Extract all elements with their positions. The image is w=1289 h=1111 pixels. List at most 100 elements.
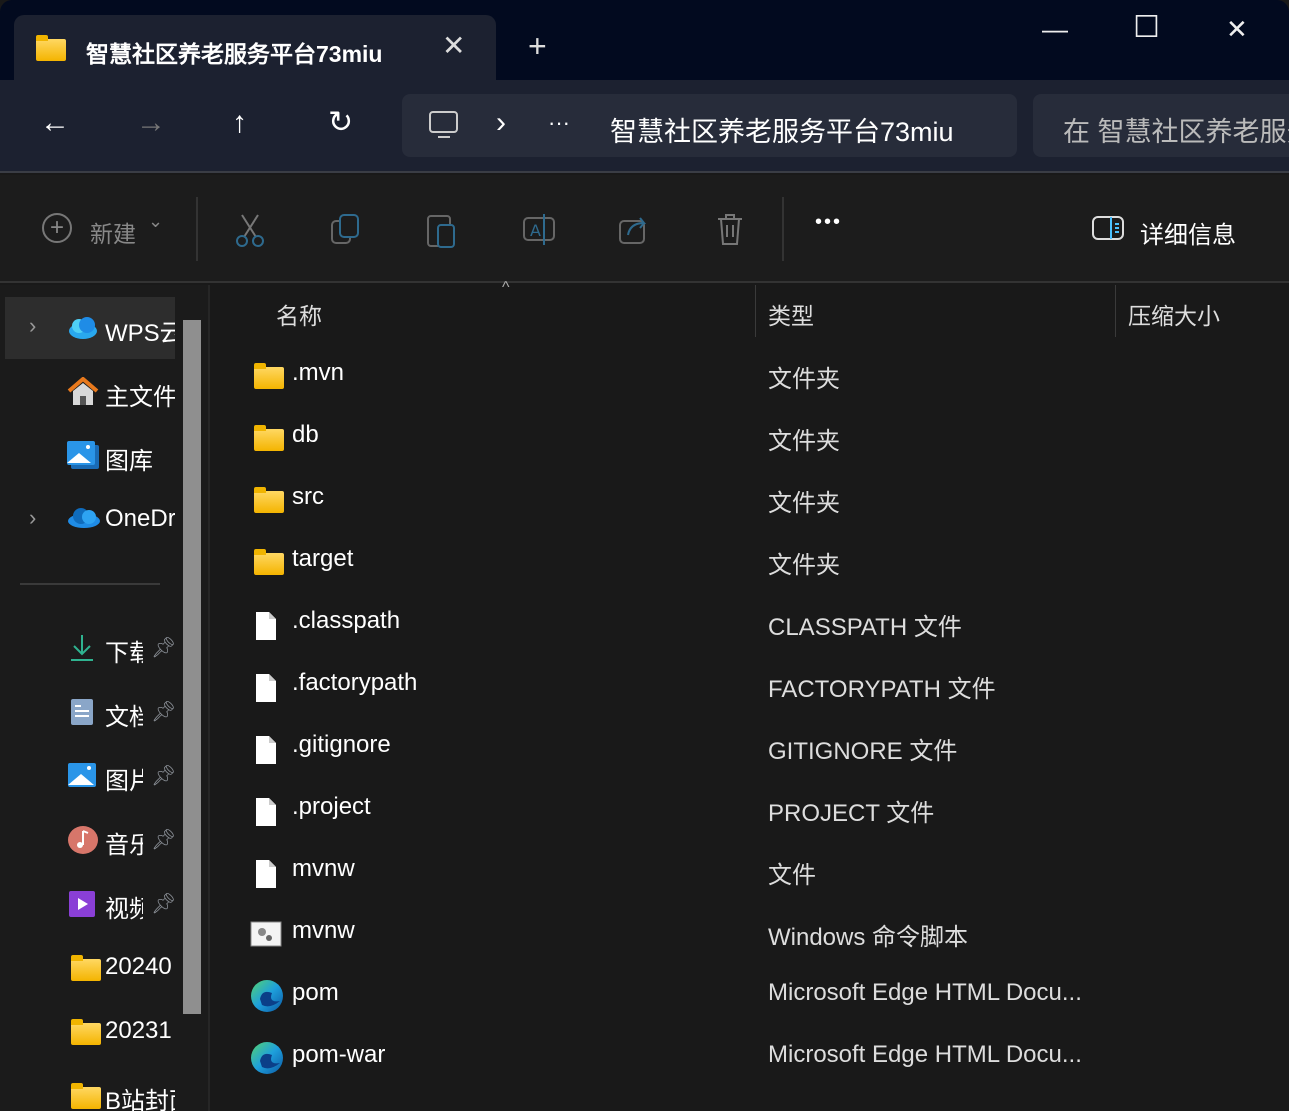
file-name: .mvn bbox=[292, 359, 345, 386]
details-button[interactable]: 详细信息 bbox=[1140, 215, 1236, 250]
title-bar: 智慧社区养老服务平台73miu ✕ + — ☐ ✕ bbox=[0, 0, 1289, 80]
column-header-type[interactable]: 类型 bbox=[768, 297, 814, 331]
onedrive-icon bbox=[67, 505, 100, 535]
file-row[interactable]: .project PROJECT 文件 bbox=[212, 779, 1282, 841]
new-tab-button[interactable]: + bbox=[528, 30, 547, 62]
file-row[interactable]: .classpath CLASSPATH 文件 bbox=[212, 593, 1282, 655]
gallery-icon bbox=[67, 441, 99, 471]
sidebar-item-gallery[interactable]: 图库 bbox=[5, 425, 175, 487]
column-header-name[interactable]: 名称 bbox=[276, 297, 322, 331]
cut-icon[interactable] bbox=[234, 213, 266, 247]
sidebar-item-music[interactable]: 音乐 📌︎ bbox=[5, 809, 177, 871]
paste-icon[interactable] bbox=[426, 211, 458, 249]
edge-html-icon bbox=[251, 980, 283, 1012]
sidebar-item-download[interactable]: 下载 📌︎ bbox=[5, 617, 176, 679]
rename-icon[interactable]: A bbox=[522, 213, 556, 247]
file-name: .gitignore bbox=[292, 731, 391, 758]
divider bbox=[782, 197, 784, 261]
pin-icon: 📌︎ bbox=[151, 701, 177, 723]
copy-icon[interactable] bbox=[330, 213, 362, 247]
delete-icon[interactable] bbox=[714, 211, 746, 247]
expand-chevron-icon[interactable]: › bbox=[29, 313, 36, 339]
navigation-pane: › WPS云盘主文件夹图库 › OneDrive 下载 📌︎ 文档 📌︎ 图片 📌︎ 音乐 📌︎ 视频 📌… bbox=[0, 285, 210, 1111]
file-name: mvnw bbox=[292, 917, 355, 944]
file-icon bbox=[256, 798, 276, 826]
search-placeholder[interactable]: 在 智慧社区养老服务平台73miu 中搜索 bbox=[1063, 110, 1289, 149]
file-name: src bbox=[292, 483, 324, 510]
file-row[interactable]: .factorypath FACTORYPATH 文件 bbox=[212, 655, 1282, 717]
file-icon bbox=[256, 674, 276, 702]
search-box[interactable]: 在 智慧社区养老服务平台73miu 中搜索 bbox=[1033, 94, 1289, 157]
column-divider[interactable] bbox=[1115, 285, 1116, 337]
breadcrumb-chevron[interactable]: › bbox=[496, 106, 506, 140]
column-divider[interactable] bbox=[755, 285, 756, 337]
expand-chevron-icon[interactable]: › bbox=[29, 505, 36, 531]
sidebar-item-home[interactable]: 主文件夹 bbox=[5, 361, 175, 423]
up-button[interactable]: ↑ bbox=[232, 108, 247, 138]
this-pc-icon bbox=[429, 111, 458, 138]
address-bar[interactable]: › ··· 智慧社区养老服务平台73miu bbox=[402, 94, 1017, 157]
sidebar-item-videos[interactable]: 视频 📌︎ bbox=[5, 873, 176, 935]
command-bar: + 新建 ⌄ A ••• 详细信息 bbox=[0, 175, 1289, 283]
details-pane-icon bbox=[1092, 216, 1124, 240]
file-row[interactable]: mvnw 文件 bbox=[212, 841, 1282, 903]
file-type: 文件 bbox=[768, 862, 816, 889]
pin-icon: 📌︎ bbox=[151, 829, 177, 851]
sidebar-item-onedrive[interactable]: › OneDrive bbox=[5, 489, 175, 551]
new-button[interactable]: 新建 bbox=[90, 215, 136, 249]
column-header-compressed-size[interactable]: 压缩大小 bbox=[1128, 297, 1220, 331]
tab-active[interactable]: 智慧社区养老服务平台73miu ✕ bbox=[14, 15, 496, 80]
file-name: .factorypath bbox=[292, 669, 418, 696]
svg-text:A: A bbox=[530, 221, 541, 240]
sidebar-item-folder[interactable]: B站封面 bbox=[5, 1065, 175, 1111]
sidebar-item-label: 20231 bbox=[105, 1017, 172, 1044]
pictures-icon bbox=[67, 761, 99, 791]
file-row[interactable]: target 文件夹 bbox=[212, 531, 1282, 593]
breadcrumb-overflow-button[interactable]: ··· bbox=[548, 110, 570, 136]
file-type: 文件夹 bbox=[768, 552, 840, 579]
videos-icon bbox=[67, 889, 99, 919]
sidebar-item-label: WPS云盘 bbox=[105, 320, 175, 347]
sidebar-item-label: B站封面 bbox=[105, 1088, 175, 1111]
file-name: target bbox=[292, 545, 354, 572]
file-row[interactable]: pom-war Microsoft Edge HTML Docu... bbox=[212, 1027, 1282, 1089]
plus-circle-icon: + bbox=[42, 213, 72, 243]
back-button[interactable]: ← bbox=[40, 108, 70, 138]
forward-button[interactable]: → bbox=[136, 108, 166, 138]
file-row[interactable]: mvnw Windows 命令脚本 bbox=[212, 903, 1282, 965]
file-name: pom bbox=[292, 979, 339, 1006]
sidebar-divider bbox=[20, 583, 160, 585]
file-type: CLASSPATH 文件 bbox=[768, 614, 962, 641]
music-icon bbox=[67, 825, 99, 855]
zip-folder-icon bbox=[36, 35, 66, 61]
chevron-down-icon[interactable]: ⌄ bbox=[148, 211, 163, 232]
file-row[interactable]: .mvn 文件夹 bbox=[212, 345, 1282, 407]
breadcrumb-current-folder[interactable]: 智慧社区养老服务平台73miu bbox=[610, 110, 962, 149]
close-window-button[interactable]: ✕ bbox=[1226, 14, 1248, 45]
refresh-button[interactable]: ↻ bbox=[328, 108, 353, 138]
sidebar-item-wps-cloud[interactable]: › WPS云盘 bbox=[5, 297, 175, 359]
minimize-button[interactable]: — bbox=[1042, 14, 1068, 45]
close-tab-button[interactable]: ✕ bbox=[442, 29, 465, 62]
file-row[interactable]: pom Microsoft Edge HTML Docu... bbox=[212, 965, 1282, 1027]
file-type: Windows 命令脚本 bbox=[768, 924, 969, 951]
more-options-button[interactable]: ••• bbox=[815, 211, 842, 234]
file-name: db bbox=[292, 421, 319, 448]
sidebar-item-folder[interactable]: 20240 bbox=[5, 937, 175, 999]
navigation-bar: ← → ↑ ↻ › ··· 智慧社区养老服务平台73miu 在 智慧社区养老服务… bbox=[0, 80, 1289, 173]
divider bbox=[196, 197, 198, 261]
folder-icon bbox=[254, 363, 284, 389]
file-row[interactable]: db 文件夹 bbox=[212, 407, 1282, 469]
share-icon[interactable] bbox=[618, 213, 652, 245]
folder-icon bbox=[254, 549, 284, 575]
file-type: PROJECT 文件 bbox=[768, 800, 935, 827]
sidebar-item-documents[interactable]: 文档 📌︎ bbox=[5, 681, 177, 743]
maximize-button[interactable]: ☐ bbox=[1133, 10, 1160, 45]
file-icon bbox=[256, 612, 276, 640]
sidebar-item-folder[interactable]: 20231 bbox=[5, 1001, 175, 1063]
sidebar-scrollbar[interactable] bbox=[183, 320, 201, 1014]
edge-html-icon bbox=[251, 1042, 283, 1074]
sidebar-item-pictures[interactable]: 图片 📌︎ bbox=[5, 745, 176, 807]
file-row[interactable]: src 文件夹 bbox=[212, 469, 1282, 531]
file-row[interactable]: .gitignore GITIGNORE 文件 bbox=[212, 717, 1282, 779]
